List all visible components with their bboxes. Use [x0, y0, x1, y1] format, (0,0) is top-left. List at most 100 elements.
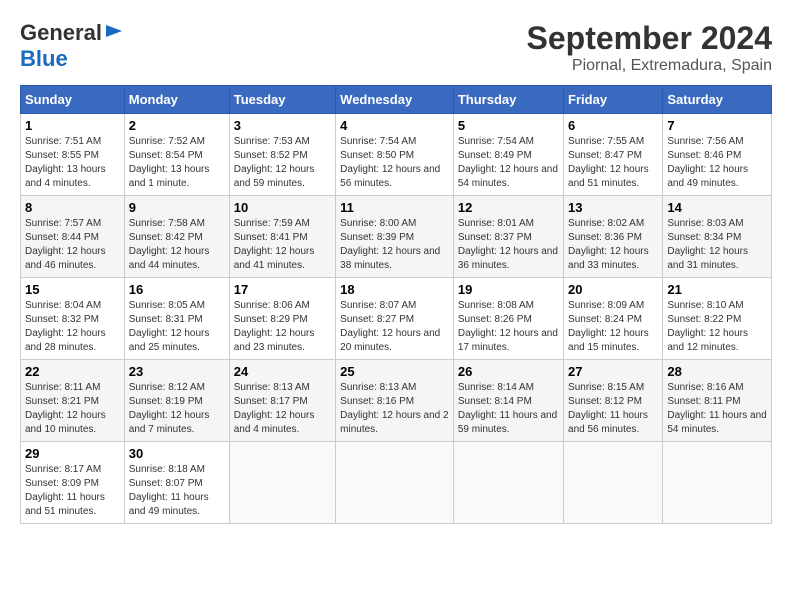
- day-number: 8: [25, 200, 120, 215]
- week-row-4: 22 Sunrise: 8:11 AM Sunset: 8:21 PM Dayl…: [21, 360, 772, 442]
- day-info: Sunrise: 7:54 AM Sunset: 8:49 PM Dayligh…: [458, 135, 559, 191]
- week-row-3: 15 Sunrise: 8:04 AM Sunset: 8:32 PM Dayl…: [21, 278, 772, 360]
- day-cell: 6 Sunrise: 7:55 AM Sunset: 8:47 PM Dayli…: [564, 114, 663, 196]
- day-cell: 4 Sunrise: 7:54 AM Sunset: 8:50 PM Dayli…: [336, 114, 454, 196]
- day-cell: 16 Sunrise: 8:05 AM Sunset: 8:31 PM Dayl…: [124, 278, 229, 360]
- day-cell: 25 Sunrise: 8:13 AM Sunset: 8:16 PM Dayl…: [336, 360, 454, 442]
- logo-blue-text: Blue: [20, 46, 68, 72]
- day-info: Sunrise: 7:58 AM Sunset: 8:42 PM Dayligh…: [129, 217, 225, 273]
- day-cell: 8 Sunrise: 7:57 AM Sunset: 8:44 PM Dayli…: [21, 196, 125, 278]
- day-cell: 22 Sunrise: 8:11 AM Sunset: 8:21 PM Dayl…: [21, 360, 125, 442]
- day-info: Sunrise: 8:16 AM Sunset: 8:11 PM Dayligh…: [667, 381, 767, 437]
- day-cell: 3 Sunrise: 7:53 AM Sunset: 8:52 PM Dayli…: [229, 114, 335, 196]
- day-number: 26: [458, 364, 559, 379]
- day-info: Sunrise: 8:13 AM Sunset: 8:17 PM Dayligh…: [234, 381, 331, 437]
- day-cell: 11 Sunrise: 8:00 AM Sunset: 8:39 PM Dayl…: [336, 196, 454, 278]
- day-number: 13: [568, 200, 658, 215]
- day-info: Sunrise: 7:59 AM Sunset: 8:41 PM Dayligh…: [234, 217, 331, 273]
- day-cell: 19 Sunrise: 8:08 AM Sunset: 8:26 PM Dayl…: [453, 278, 563, 360]
- day-number: 15: [25, 282, 120, 297]
- week-row-2: 8 Sunrise: 7:57 AM Sunset: 8:44 PM Dayli…: [21, 196, 772, 278]
- week-row-1: 1 Sunrise: 7:51 AM Sunset: 8:55 PM Dayli…: [21, 114, 772, 196]
- day-cell: 29 Sunrise: 8:17 AM Sunset: 8:09 PM Dayl…: [21, 442, 125, 524]
- day-info: Sunrise: 8:12 AM Sunset: 8:19 PM Dayligh…: [129, 381, 225, 437]
- day-info: Sunrise: 7:57 AM Sunset: 8:44 PM Dayligh…: [25, 217, 120, 273]
- day-number: 27: [568, 364, 658, 379]
- day-info: Sunrise: 8:11 AM Sunset: 8:21 PM Dayligh…: [25, 381, 120, 437]
- header-row: SundayMondayTuesdayWednesdayThursdayFrid…: [21, 86, 772, 114]
- day-info: Sunrise: 8:00 AM Sunset: 8:39 PM Dayligh…: [340, 217, 449, 273]
- day-info: Sunrise: 8:02 AM Sunset: 8:36 PM Dayligh…: [568, 217, 658, 273]
- day-info: Sunrise: 7:55 AM Sunset: 8:47 PM Dayligh…: [568, 135, 658, 191]
- day-number: 3: [234, 118, 331, 133]
- day-number: 21: [667, 282, 767, 297]
- header-cell-tuesday: Tuesday: [229, 86, 335, 114]
- day-cell: 18 Sunrise: 8:07 AM Sunset: 8:27 PM Dayl…: [336, 278, 454, 360]
- logo-flag-icon: [104, 23, 124, 43]
- day-cell: 15 Sunrise: 8:04 AM Sunset: 8:32 PM Dayl…: [21, 278, 125, 360]
- day-info: Sunrise: 8:14 AM Sunset: 8:14 PM Dayligh…: [458, 381, 559, 437]
- day-cell: 7 Sunrise: 7:56 AM Sunset: 8:46 PM Dayli…: [663, 114, 772, 196]
- week-row-5: 29 Sunrise: 8:17 AM Sunset: 8:09 PM Dayl…: [21, 442, 772, 524]
- page-header: General Blue September 2024 Piornal, Ext…: [20, 20, 772, 75]
- day-number: 16: [129, 282, 225, 297]
- day-info: Sunrise: 7:56 AM Sunset: 8:46 PM Dayligh…: [667, 135, 767, 191]
- calendar-table: SundayMondayTuesdayWednesdayThursdayFrid…: [20, 85, 772, 524]
- day-cell: [663, 442, 772, 524]
- day-cell: 5 Sunrise: 7:54 AM Sunset: 8:49 PM Dayli…: [453, 114, 563, 196]
- day-info: Sunrise: 7:51 AM Sunset: 8:55 PM Dayligh…: [25, 135, 120, 191]
- day-info: Sunrise: 8:13 AM Sunset: 8:16 PM Dayligh…: [340, 381, 449, 437]
- day-number: 10: [234, 200, 331, 215]
- day-cell: [229, 442, 335, 524]
- day-info: Sunrise: 8:07 AM Sunset: 8:27 PM Dayligh…: [340, 299, 449, 355]
- day-cell: 2 Sunrise: 7:52 AM Sunset: 8:54 PM Dayli…: [124, 114, 229, 196]
- day-number: 6: [568, 118, 658, 133]
- page-title: September 2024: [527, 20, 772, 57]
- header-cell-saturday: Saturday: [663, 86, 772, 114]
- day-number: 22: [25, 364, 120, 379]
- day-info: Sunrise: 8:09 AM Sunset: 8:24 PM Dayligh…: [568, 299, 658, 355]
- day-cell: 28 Sunrise: 8:16 AM Sunset: 8:11 PM Dayl…: [663, 360, 772, 442]
- day-cell: 23 Sunrise: 8:12 AM Sunset: 8:19 PM Dayl…: [124, 360, 229, 442]
- day-number: 7: [667, 118, 767, 133]
- header-cell-sunday: Sunday: [21, 86, 125, 114]
- day-number: 25: [340, 364, 449, 379]
- day-cell: 14 Sunrise: 8:03 AM Sunset: 8:34 PM Dayl…: [663, 196, 772, 278]
- day-cell: 20 Sunrise: 8:09 AM Sunset: 8:24 PM Dayl…: [564, 278, 663, 360]
- day-cell: 10 Sunrise: 7:59 AM Sunset: 8:41 PM Dayl…: [229, 196, 335, 278]
- day-info: Sunrise: 7:53 AM Sunset: 8:52 PM Dayligh…: [234, 135, 331, 191]
- logo-general-text: General: [20, 20, 102, 46]
- day-cell: [336, 442, 454, 524]
- day-info: Sunrise: 8:03 AM Sunset: 8:34 PM Dayligh…: [667, 217, 767, 273]
- header-cell-wednesday: Wednesday: [336, 86, 454, 114]
- day-info: Sunrise: 8:05 AM Sunset: 8:31 PM Dayligh…: [129, 299, 225, 355]
- day-number: 5: [458, 118, 559, 133]
- day-number: 12: [458, 200, 559, 215]
- header-cell-friday: Friday: [564, 86, 663, 114]
- day-number: 20: [568, 282, 658, 297]
- day-info: Sunrise: 8:18 AM Sunset: 8:07 PM Dayligh…: [129, 463, 225, 519]
- day-number: 29: [25, 446, 120, 461]
- day-number: 9: [129, 200, 225, 215]
- day-number: 18: [340, 282, 449, 297]
- page-subtitle: Piornal, Extremadura, Spain: [527, 57, 772, 75]
- day-cell: 9 Sunrise: 7:58 AM Sunset: 8:42 PM Dayli…: [124, 196, 229, 278]
- day-number: 2: [129, 118, 225, 133]
- header-cell-thursday: Thursday: [453, 86, 563, 114]
- day-number: 19: [458, 282, 559, 297]
- day-info: Sunrise: 8:01 AM Sunset: 8:37 PM Dayligh…: [458, 217, 559, 273]
- day-cell: 21 Sunrise: 8:10 AM Sunset: 8:22 PM Dayl…: [663, 278, 772, 360]
- day-number: 1: [25, 118, 120, 133]
- day-cell: 27 Sunrise: 8:15 AM Sunset: 8:12 PM Dayl…: [564, 360, 663, 442]
- day-cell: [564, 442, 663, 524]
- day-cell: 12 Sunrise: 8:01 AM Sunset: 8:37 PM Dayl…: [453, 196, 563, 278]
- day-cell: 26 Sunrise: 8:14 AM Sunset: 8:14 PM Dayl…: [453, 360, 563, 442]
- day-cell: 24 Sunrise: 8:13 AM Sunset: 8:17 PM Dayl…: [229, 360, 335, 442]
- day-info: Sunrise: 8:10 AM Sunset: 8:22 PM Dayligh…: [667, 299, 767, 355]
- day-number: 24: [234, 364, 331, 379]
- day-info: Sunrise: 8:17 AM Sunset: 8:09 PM Dayligh…: [25, 463, 120, 519]
- day-number: 11: [340, 200, 449, 215]
- day-number: 30: [129, 446, 225, 461]
- day-number: 4: [340, 118, 449, 133]
- day-info: Sunrise: 8:06 AM Sunset: 8:29 PM Dayligh…: [234, 299, 331, 355]
